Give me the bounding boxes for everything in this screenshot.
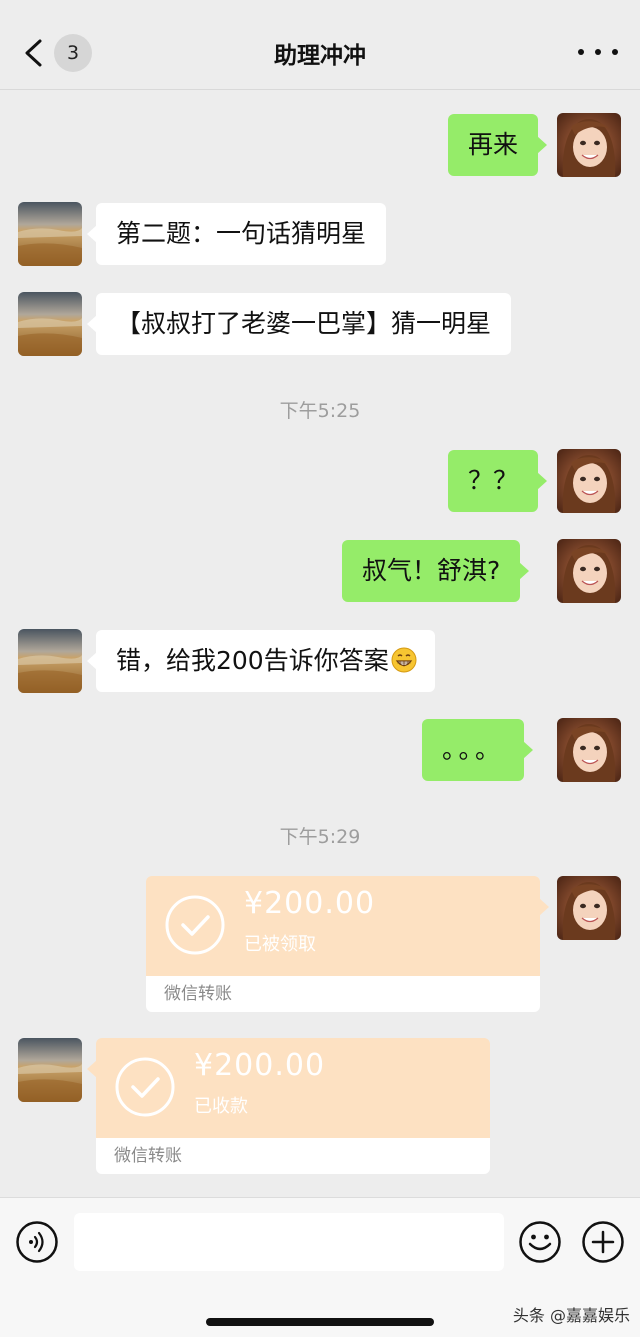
girl-avatar-icon: [557, 113, 621, 177]
home-indicator: [206, 1318, 434, 1326]
desert-avatar-icon: [18, 202, 82, 266]
girl-avatar-icon: [557, 718, 621, 782]
voice-icon: [16, 1221, 58, 1263]
check-circle-icon: [165, 895, 225, 955]
chat-header: 3 助理冲冲: [0, 0, 640, 90]
message-input[interactable]: [74, 1213, 504, 1271]
more-dots-icon[interactable]: [578, 40, 618, 64]
transfer-status: 已被领取: [244, 934, 316, 955]
self-avatar[interactable]: [557, 539, 621, 603]
transfer-amount: ¥200.00: [194, 1048, 326, 1083]
transfer-status: 已收款: [194, 1096, 248, 1117]
plus-button[interactable]: [581, 1220, 625, 1264]
message-bubble-contact[interactable]: 【叔叔打了老婆一巴掌】猜一明星: [86, 293, 512, 355]
transfer-label: 微信转账: [146, 976, 540, 1012]
transfer-label: 微信转账: [96, 1138, 490, 1174]
transfer-amount: ¥200.00: [244, 886, 376, 921]
desert-avatar-icon: [18, 629, 82, 693]
emoji-icon: [519, 1221, 561, 1263]
girl-avatar-icon: [557, 539, 621, 603]
timestamp: 下午5:29: [279, 826, 361, 848]
voice-button[interactable]: [15, 1220, 59, 1264]
desert-avatar-icon: [18, 292, 82, 356]
chat-title: 助理冲冲: [274, 43, 366, 69]
girl-avatar-icon: [557, 449, 621, 513]
plus-icon: [582, 1221, 624, 1263]
contact-avatar[interactable]: [18, 629, 82, 693]
desert-avatar-icon: [18, 1038, 82, 1102]
message-bubble-contact[interactable]: 第二题：一句话猜明星: [86, 203, 387, 265]
timestamp: 下午5:25: [279, 400, 361, 422]
self-avatar[interactable]: [557, 718, 621, 782]
emoji-button[interactable]: [518, 1220, 562, 1264]
transfer-card-sent[interactable]: ¥200.00 已被领取 微信转账: [146, 876, 549, 1012]
message-bubble-self[interactable]: ？？: [448, 450, 548, 512]
contact-avatar[interactable]: [18, 1038, 82, 1102]
girl-avatar-icon: [557, 876, 621, 940]
message-bubble-self[interactable]: 再来: [448, 114, 548, 176]
transfer-card-received[interactable]: ¥200.00 已收款 微信转账: [87, 1038, 490, 1174]
grin-emoji-icon: [391, 647, 417, 673]
transfer-card-body: ¥200.00 已被领取: [146, 876, 549, 976]
message-bubble-contact[interactable]: 错，给我200告诉你答案: [87, 630, 435, 692]
contact-avatar[interactable]: [18, 202, 82, 266]
check-circle-icon: [115, 1057, 175, 1117]
message-text: 错，给我200告诉你答案: [116, 646, 389, 675]
watermark-text: 头条 @嘉嘉娱乐: [512, 1306, 630, 1325]
transfer-card-body: ¥200.00 已收款: [87, 1038, 490, 1138]
self-avatar[interactable]: [557, 449, 621, 513]
self-avatar[interactable]: [557, 113, 621, 177]
message-bubble-self[interactable]: 叔气！舒淇?: [342, 540, 530, 602]
message-bubble-self[interactable]: 。。。: [422, 719, 534, 781]
contact-avatar[interactable]: [18, 292, 82, 356]
self-avatar[interactable]: [557, 876, 621, 940]
